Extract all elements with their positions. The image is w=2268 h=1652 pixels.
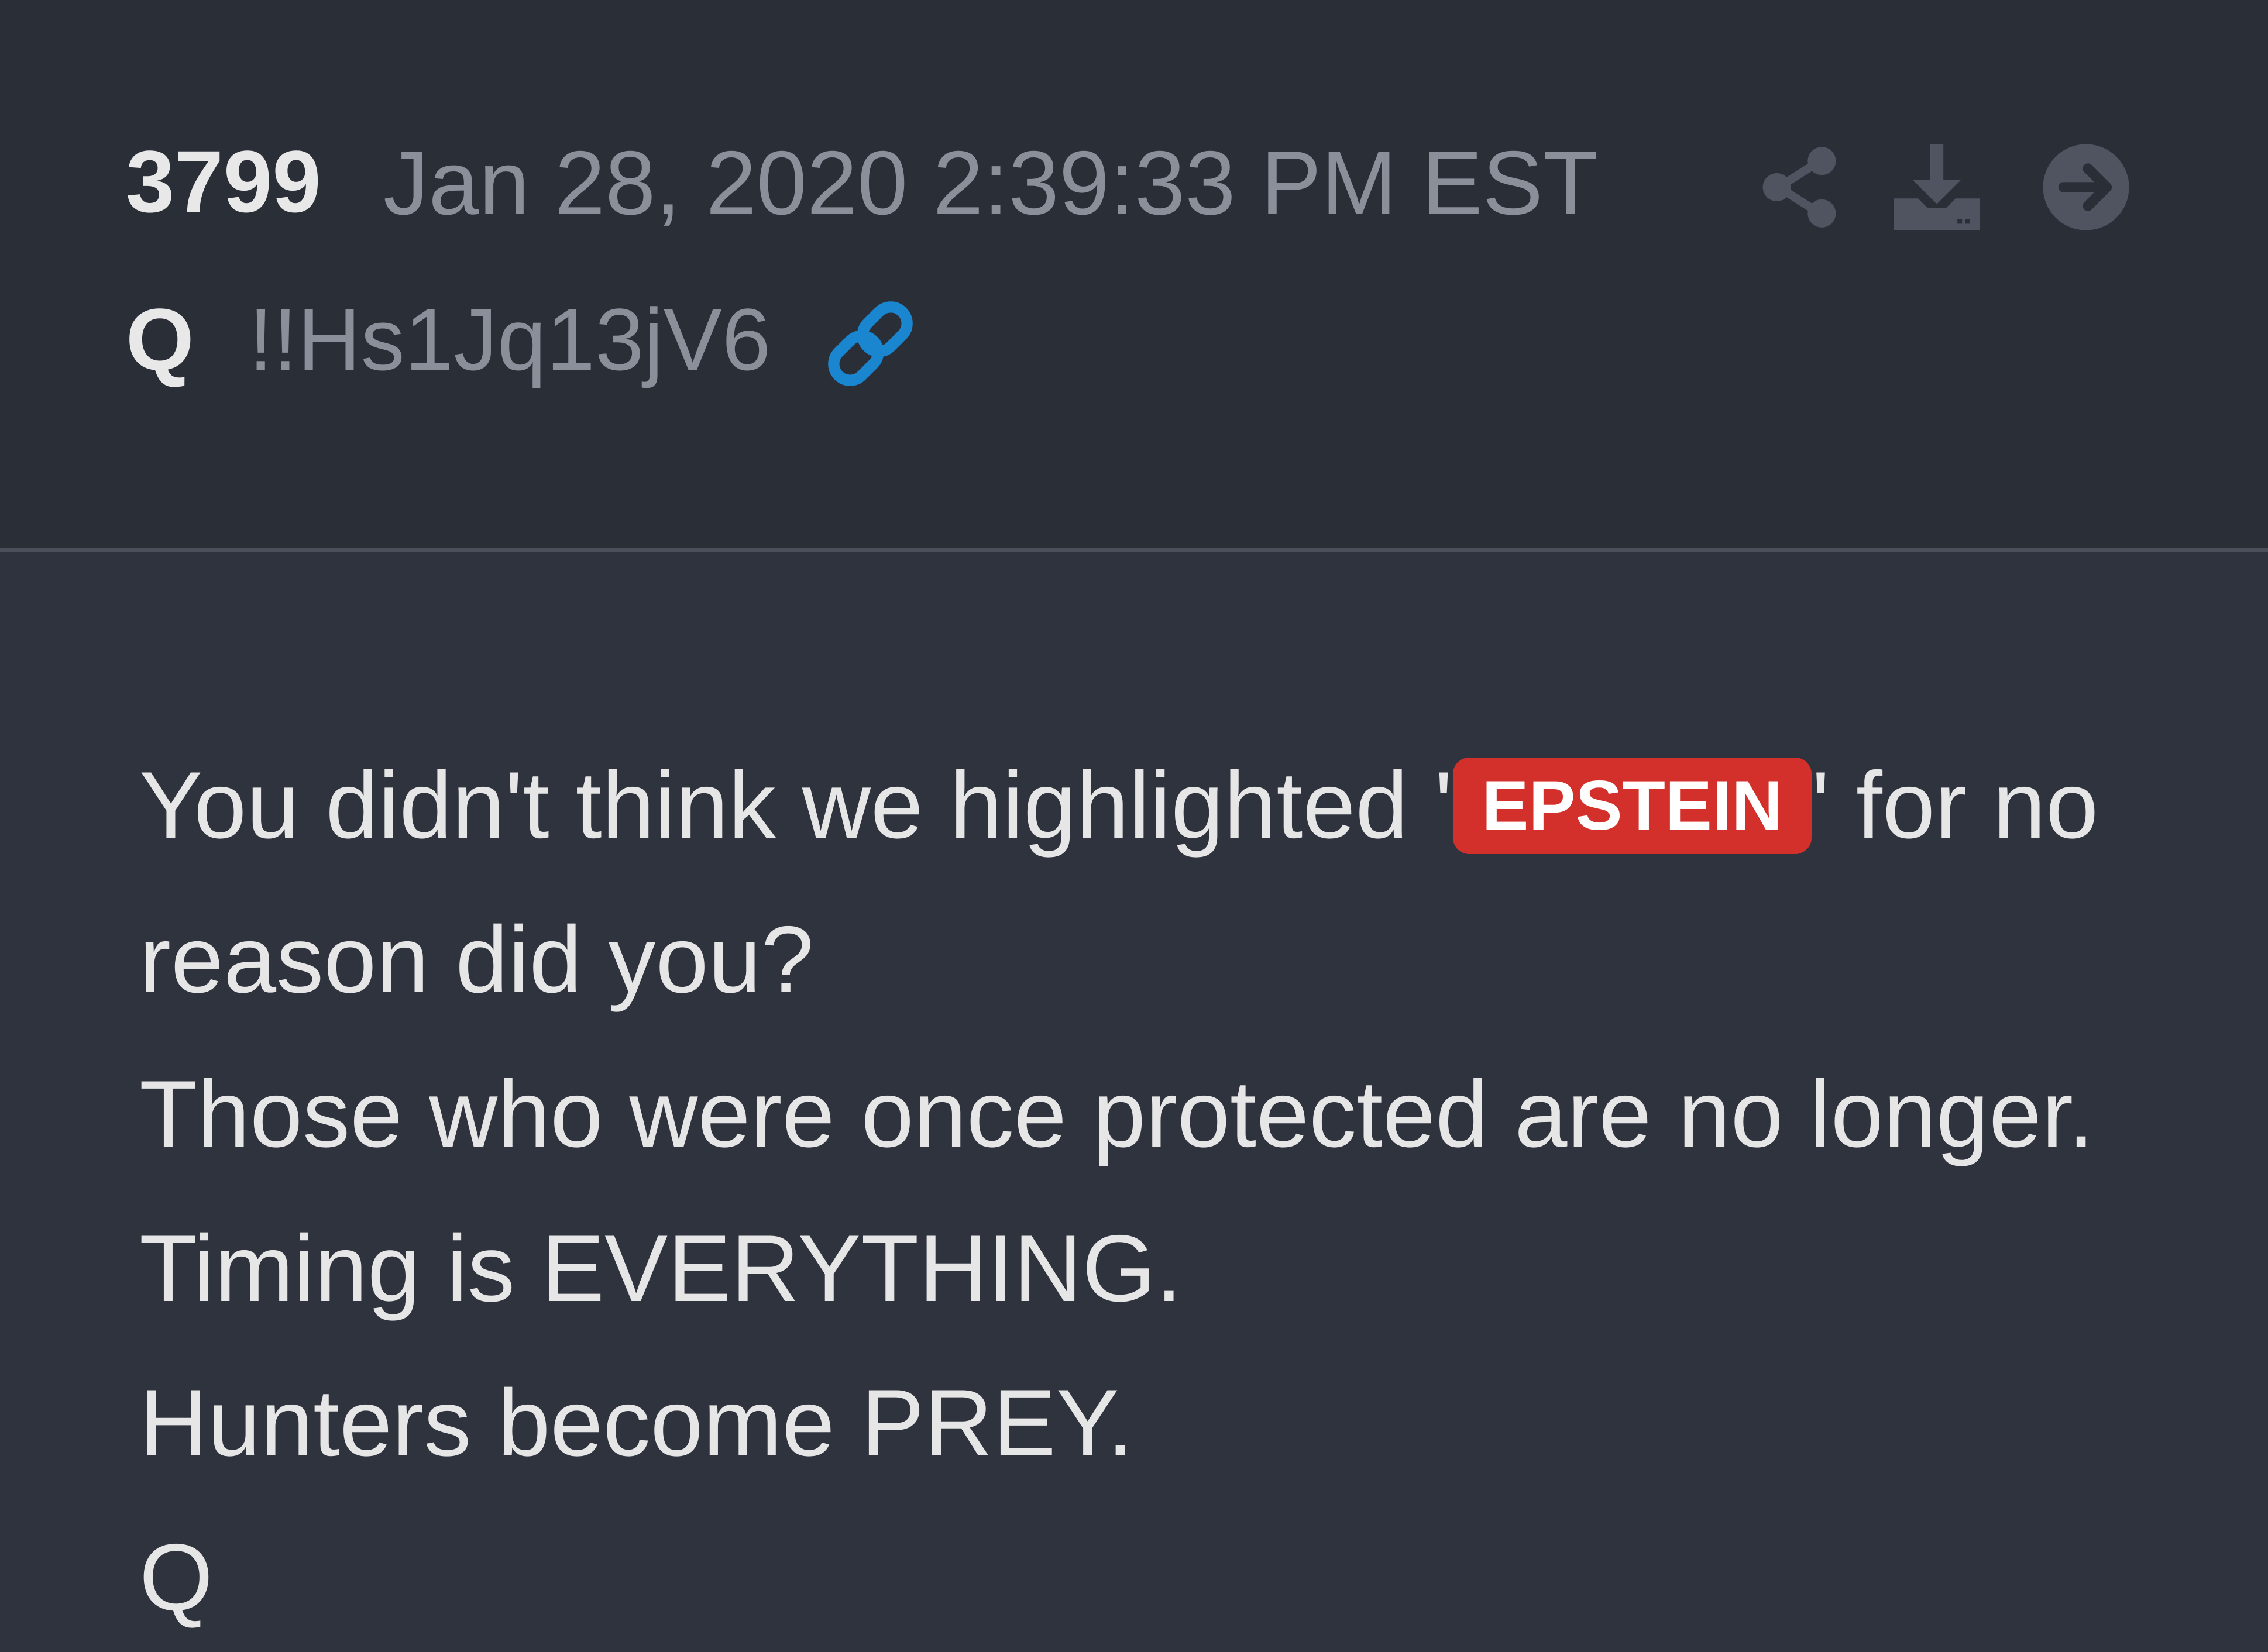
author-name: Q [126, 290, 194, 388]
highlight-tag: EPSTEIN [1452, 758, 1812, 854]
message-line-3: Those who were once protected are no lon… [139, 1061, 2095, 1167]
download-icon[interactable] [1890, 140, 1984, 234]
message-signature: Q [139, 1524, 214, 1630]
message-line-2: reason did you? [139, 907, 814, 1013]
post-number[interactable]: 3799 [126, 137, 321, 225]
post-date: Jan 28, 2020 2:39:33 PM EST [383, 132, 1599, 233]
post-message: You didn't think we highlighted ' EPSTEIN… [139, 728, 2164, 1652]
message-line-4: Timing is EVERYTHING. [139, 1216, 1183, 1321]
tripcode: !!Hs1Jq13jV6 [249, 290, 771, 388]
message-line-5: Hunters become PREY. [139, 1370, 1133, 1476]
header-divider [0, 548, 2268, 552]
message-line-1: You didn't think we highlighted ' EPSTEIN… [139, 752, 2099, 858]
arrow-right-circle-icon[interactable] [2039, 140, 2133, 234]
post-header [0, 0, 2268, 548]
link-icon[interactable] [819, 292, 922, 395]
share-icon[interactable] [1752, 140, 1846, 234]
